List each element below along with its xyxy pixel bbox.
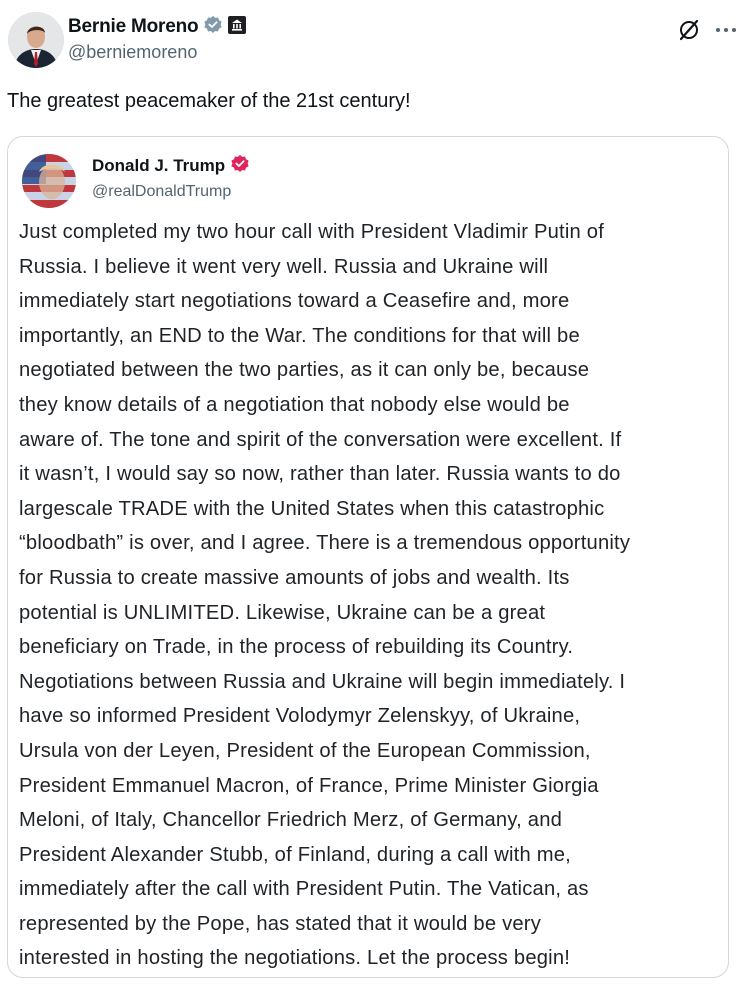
quoted-author-name[interactable]: Donald J. Trump [92,156,225,176]
quoted-text-line: beneficiary on Trade, in the process of … [19,636,574,659]
quoted-text-line: it wasn’t, I would say so now, rather th… [19,463,621,486]
quoted-text-line: potential is UNLIMITED. Likewise, Ukrain… [19,601,546,624]
quoted-text-line: represented by the Pope, has stated that… [19,912,542,935]
quoted-text-line: Russia. I believe it went very well. Rus… [19,255,549,278]
quoted-text-line: Meloni, of Italy, Chancellor Friedrich M… [19,809,563,832]
post-actions [677,18,737,42]
quoted-text-line: importantly, an END to the War. The cond… [19,324,580,347]
author-block: Bernie Moreno @berniemoreno [68,14,247,63]
quoted-text-line: negotiated between the two parties, as i… [19,359,590,382]
quoted-text-line: largescale TRADE with the United States … [19,497,605,520]
quoted-post-text: Just completed my two hour call with Pre… [19,215,728,976]
quoted-text-line: “bloodbath” is over, and I agree. There … [19,532,631,555]
quoted-author-handle[interactable]: @realDonaldTrump [92,183,250,201]
quoted-text-line: for Russia to create massive amounts of … [19,566,570,589]
quoted-text-line: immediately after the call with Presiden… [19,878,589,901]
quoted-text-line: they know details of a negotiation that … [19,393,570,416]
verified-badge-red-icon [230,154,250,179]
quoted-text-line: Ursula von der Leyen, President of the E… [19,739,591,762]
verified-badge-icon [203,15,223,40]
quoted-text-line: interested in hosting the negotiations. … [19,947,571,970]
quoted-text-line: have so informed President Volodymyr Zel… [19,705,581,728]
quoted-text-line: President Emmanuel Macron, of France, Pr… [19,774,599,797]
post-text: The greatest peacemaker of the 21st cent… [7,90,411,112]
grok-icon[interactable] [677,18,701,42]
author-handle[interactable]: @berniemoreno [68,42,246,63]
author-name[interactable]: Bernie Moreno [68,16,199,38]
quoted-text-line: immediately start negotiations toward a … [19,290,570,313]
quoted-text-line: President Alexander Stubb, of Finland, d… [19,843,571,866]
more-dots-icon[interactable] [715,26,737,34]
quoted-text-line: aware of. The tone and spirit of the con… [19,428,622,451]
quoted-author-block: Donald J. Trump @realDonaldTrump [92,154,250,201]
author-avatar[interactable] [8,12,64,68]
government-building-icon [228,15,247,39]
quoted-author-avatar[interactable] [22,154,76,208]
quoted-text-line: Just completed my two hour call with Pre… [19,221,605,243]
quoted-text-line: Negotiations between Russia and Ukraine … [19,670,626,693]
quoted-post-card[interactable]: Donald J. Trump @realDonaldTrump Just co… [7,136,729,978]
